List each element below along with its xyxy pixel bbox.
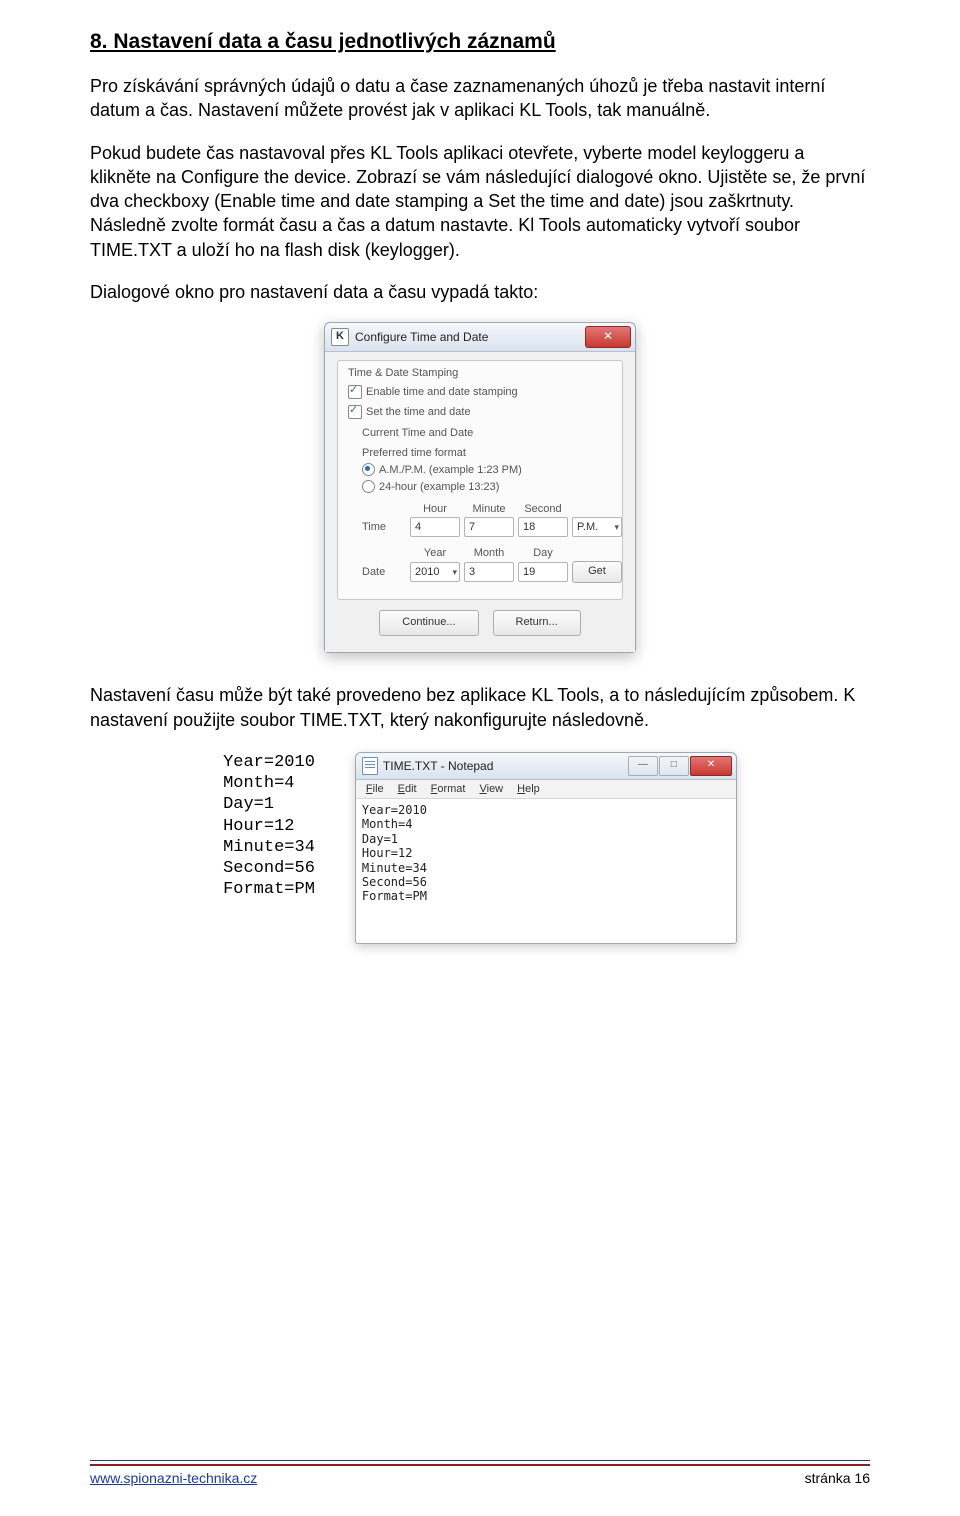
notepad-titlebar[interactable]: TIME.TXT - Notepad — □ ✕ (356, 753, 736, 780)
time-row-label: Time (362, 521, 406, 533)
set-time-checkbox[interactable] (348, 405, 362, 419)
footer-link[interactable]: www.spionazni-technika.cz (90, 1470, 257, 1486)
24hour-radio-label: 24-hour (example 13:23) (379, 481, 499, 493)
paragraph-4: Nastavení času může být také provedeno b… (90, 683, 870, 732)
continue-button[interactable]: Continue... (379, 610, 478, 636)
year-dropdown[interactable]: 2010 (410, 562, 460, 582)
set-time-label: Set the time and date (366, 406, 471, 418)
notepad-close-button[interactable]: ✕ (690, 756, 732, 776)
fieldset-legend: Time & Date Stamping (348, 367, 612, 379)
footer-rule (90, 1460, 870, 1466)
month-input[interactable]: 3 (464, 562, 514, 582)
notepad-title: TIME.TXT - Notepad (383, 759, 628, 773)
second-input[interactable]: 18 (518, 517, 568, 537)
menu-file[interactable]: File (360, 782, 390, 796)
day-input[interactable]: 19 (518, 562, 568, 582)
menu-edit[interactable]: Edit (392, 782, 423, 796)
ampm-dropdown[interactable]: P.M. (572, 517, 622, 537)
second-header: Second (518, 503, 568, 515)
minute-header: Minute (464, 503, 514, 515)
ampm-radio[interactable] (362, 463, 375, 476)
preferred-format-label: Preferred time format (362, 447, 612, 459)
24hour-radio[interactable] (362, 480, 375, 493)
year-header: Year (410, 547, 460, 559)
dialog-titlebar[interactable]: K Configure Time and Date ✕ (325, 323, 635, 352)
footer-page-number: stránka 16 (805, 1470, 870, 1486)
configure-time-dialog: K Configure Time and Date ✕ Time & Date … (324, 322, 636, 653)
paragraph-3: Dialogové okno pro nastavení data a času… (90, 280, 870, 304)
menu-format[interactable]: Format (425, 782, 472, 796)
hour-header: Hour (410, 503, 460, 515)
config-plain-text: Year=2010 Month=4 Day=1 Hour=12 Minute=3… (223, 752, 315, 901)
minimize-button[interactable]: — (628, 756, 658, 776)
current-time-label: Current Time and Date (362, 427, 612, 439)
notepad-menubar: File Edit Format View Help (356, 780, 736, 799)
paragraph-1: Pro získávání správných údajů o datu a č… (90, 74, 870, 123)
get-button[interactable]: Get (572, 561, 622, 583)
app-k-icon: K (331, 328, 349, 346)
notepad-body[interactable]: Year=2010 Month=4 Day=1 Hour=12 Minute=3… (356, 799, 736, 943)
enable-stamping-checkbox[interactable] (348, 385, 362, 399)
notepad-file-icon (362, 757, 378, 775)
month-header: Month (464, 547, 514, 559)
menu-help[interactable]: Help (511, 782, 546, 796)
enable-stamping-label: Enable time and date stamping (366, 386, 518, 398)
return-button[interactable]: Return... (493, 610, 581, 636)
time-date-fieldset: Time & Date Stamping Enable time and dat… (337, 360, 623, 600)
notepad-window: TIME.TXT - Notepad — □ ✕ File Edit Forma… (355, 752, 737, 944)
page-footer: www.spionazni-technika.cz stránka 16 (90, 1460, 870, 1486)
menu-view[interactable]: View (473, 782, 509, 796)
dialog-title: Configure Time and Date (355, 330, 585, 344)
ampm-radio-label: A.M./P.M. (example 1:23 PM) (379, 464, 522, 476)
hour-input[interactable]: 4 (410, 517, 460, 537)
day-header: Day (518, 547, 568, 559)
section-heading: 8. Nastavení data a času jednotlivých zá… (90, 30, 870, 54)
minute-input[interactable]: 7 (464, 517, 514, 537)
maximize-button[interactable]: □ (659, 756, 689, 776)
date-row-label: Date (362, 566, 406, 578)
paragraph-2: Pokud budete čas nastavoval přes KL Tool… (90, 141, 870, 262)
close-button[interactable]: ✕ (585, 326, 631, 348)
